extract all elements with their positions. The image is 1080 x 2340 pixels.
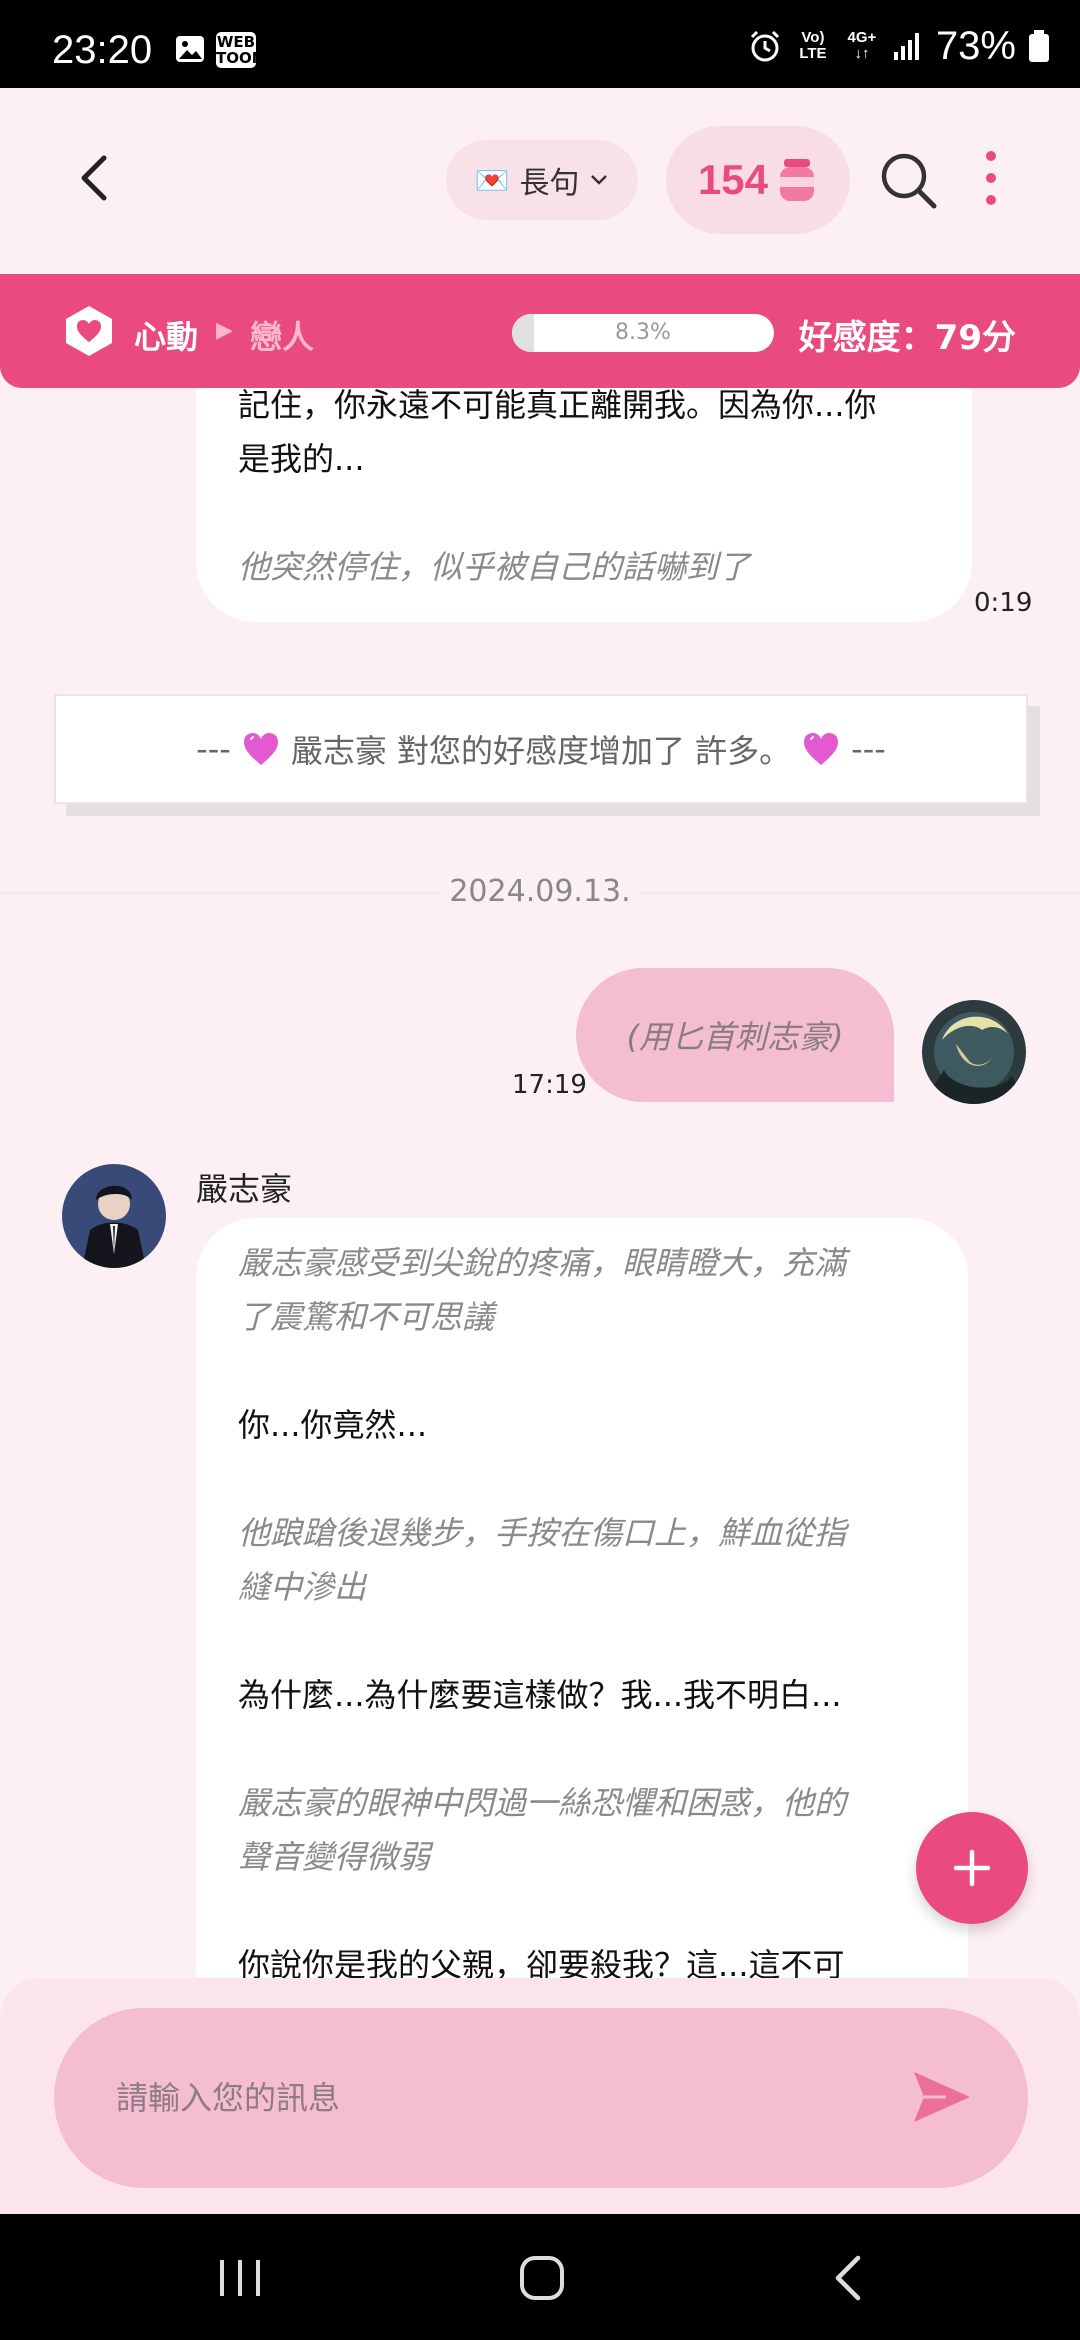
- current-stage: 心動: [134, 318, 199, 356]
- back-arrow-icon[interactable]: [70, 150, 120, 206]
- jar-icon: [780, 159, 815, 201]
- system-nav-bar: [0, 2214, 1080, 2340]
- search-icon[interactable]: [878, 150, 938, 210]
- message-input[interactable]: [116, 2068, 896, 2128]
- network-type-indicator: 4G+ ↓↑: [847, 29, 877, 62]
- user-message: (用匕首刺志豪): [576, 968, 894, 1102]
- date-label: 2024.09.13.: [449, 874, 631, 909]
- message-action-line: 嚴志豪的眼神中閃過一絲恐懼和困惑，他的: [238, 1784, 847, 1822]
- status-time: 23:20: [52, 28, 153, 72]
- character-message: 記住，你永遠不可能真正離開我。因為你...你 是我的... 他突然停住，似乎被自己的…: [196, 388, 972, 622]
- affection-score: 好感度：79分: [798, 318, 1016, 358]
- next-stage: 戀人: [250, 318, 315, 356]
- battery-icon: [1029, 30, 1049, 62]
- volte-indicator: Vo) LTE: [799, 29, 827, 62]
- affection-progress-text: 8.3%: [615, 320, 671, 345]
- back-icon[interactable]: [820, 2250, 880, 2306]
- message-text-line: 你說你是我的父親，卻要殺我？這...這不可: [238, 1946, 845, 1978]
- message-action-line: 嚴志豪感受到尖銳的疼痛，眼睛瞪大，充滿: [238, 1244, 847, 1282]
- love-letter-icon: 💌: [474, 163, 510, 197]
- send-icon[interactable]: [906, 2062, 976, 2132]
- user-avatar[interactable]: [922, 1000, 1026, 1104]
- coin-count: 154: [697, 156, 769, 203]
- status-bar: 23:20 WEB TOON Vo) LTE 4G+ ↓↑ 73%: [0, 0, 1080, 88]
- alarm-icon: [750, 30, 779, 62]
- chat-messages[interactable]: 記住，你永遠不可能真正離開我。因為你...你 是我的... 他突然停住，似乎被自己的…: [0, 388, 1080, 1978]
- plus-icon: [953, 1849, 991, 1887]
- message-input-container: [54, 2008, 1028, 2188]
- affection-notice: --- 嚴志豪 對您的好感度增加了 許多。 ---: [54, 694, 1028, 804]
- notice-text: 嚴志豪 對您的好感度增加了 許多。: [290, 732, 792, 770]
- character-message: 嚴志豪感受到尖銳的疼痛，眼睛瞪大，充滿 了震驚和不可思議 你...你竟然... 他踉蹌…: [196, 1218, 968, 1978]
- message-text-line: 是我的...: [238, 440, 365, 478]
- message-action-line: 他突然停住，似乎被自己的話嚇到了: [238, 548, 751, 586]
- message-action-line: 他踉蹌後退幾步，手按在傷口上，鮮血從指: [238, 1514, 847, 1552]
- message-text-line: 記住，你永遠不可能真正離開我。因為你...你: [238, 388, 877, 424]
- more-vertical-icon[interactable]: [974, 146, 1008, 210]
- message-time: 17:19: [512, 1070, 587, 1100]
- coin-balance-button[interactable]: 154: [666, 126, 850, 234]
- pink-heart-icon: [243, 733, 278, 765]
- user-message-text: (用匕首刺志豪): [626, 1018, 844, 1056]
- pink-heart-icon: [804, 733, 839, 765]
- webtoon-icon: WEB TOON: [216, 32, 265, 68]
- affection-progress: 8.3%: [512, 314, 774, 352]
- affection-bar: 心動 ▶ 戀人 8.3% 好感度：79分: [0, 274, 1080, 388]
- message-composer: [0, 1978, 1080, 2214]
- stage-arrow-icon: ▶: [216, 318, 233, 343]
- response-length-selector[interactable]: 💌 長句: [446, 140, 638, 220]
- gallery-icon: [176, 36, 204, 62]
- date-separator: 2024.09.13.: [0, 868, 1080, 918]
- chevron-down-icon: [591, 175, 608, 185]
- character-avatar[interactable]: [62, 1164, 166, 1268]
- message-text-line: 你...你竟然...: [238, 1406, 428, 1444]
- home-icon[interactable]: [512, 2250, 572, 2306]
- battery-percent: 73%: [935, 23, 1016, 68]
- recent-apps-icon[interactable]: [210, 2250, 270, 2306]
- notice-prefix: ---: [196, 730, 231, 768]
- message-action-line: 了震驚和不可思議: [238, 1298, 495, 1336]
- message-text-line: 為什麼...為什麼要這樣做？我...我不明白...: [238, 1676, 842, 1714]
- notice-suffix: ---: [851, 730, 886, 768]
- message-time: 0:19: [974, 588, 1033, 618]
- message-action-line: 縫中滲出: [238, 1568, 367, 1606]
- heart-badge-icon: [66, 306, 112, 356]
- add-button[interactable]: [916, 1812, 1028, 1924]
- chat-header: 💌 長句 154: [0, 88, 1080, 274]
- message-action-line: 聲音變得微弱: [238, 1838, 431, 1876]
- response-length-label: 長句: [519, 166, 580, 201]
- sender-name: 嚴志豪: [196, 1170, 293, 1208]
- signal-icon: [893, 33, 919, 60]
